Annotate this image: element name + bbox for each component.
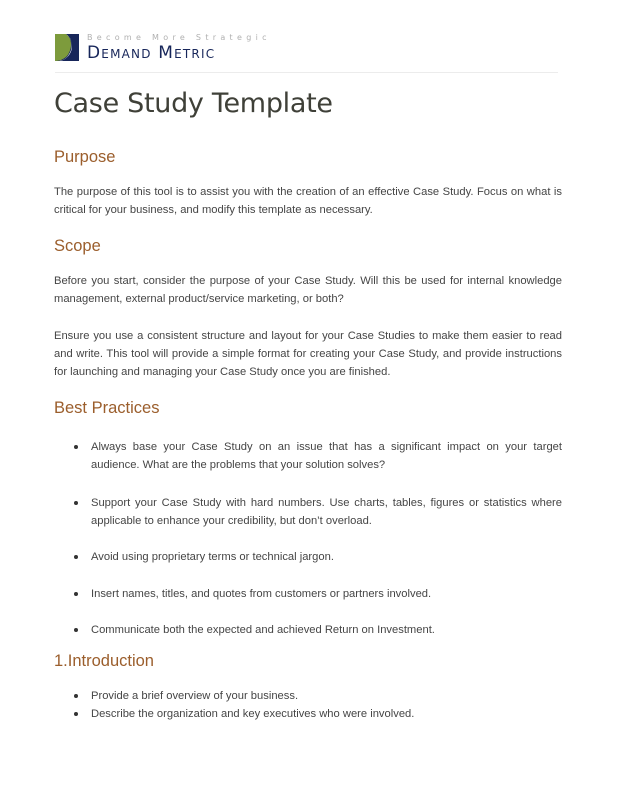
bullet-icon (74, 592, 78, 596)
logo-tagline: Become More Strategic (87, 33, 271, 42)
scope-paragraph-2: Ensure you use a consistent structure an… (54, 330, 562, 378)
section-heading-purpose: Purpose (54, 148, 116, 166)
section-heading-introduction: 1.Introduction (54, 652, 154, 670)
bullet-icon (74, 501, 78, 505)
purpose-paragraph: The purpose of this tool is to assist yo… (54, 186, 562, 216)
best-practices-list-4: Insert names, titles, and quotes from cu… (54, 585, 562, 603)
best-practices-list-2: Support your Case Study with hard number… (54, 494, 562, 530)
list-item-text: Always base your Case Study on an issue … (91, 441, 562, 471)
section-heading-scope: Scope (54, 237, 101, 255)
list-item-text: Avoid using proprietary terms or technic… (91, 551, 334, 563)
header-divider (55, 72, 558, 73)
bullet-icon (74, 628, 78, 632)
demand-metric-logo: Become More Strategic Demand Metric (55, 33, 271, 63)
logo-brand-name: Demand Metric (87, 43, 216, 63)
section-heading-best-practices: Best Practices (54, 399, 160, 417)
bullet-icon (74, 555, 78, 559)
introduction-list: Provide a brief overview of your busines… (54, 687, 562, 723)
list-item-text: Provide a brief overview of your busines… (91, 690, 299, 702)
list-item: Avoid using proprietary terms or technic… (54, 548, 562, 566)
scope-paragraph-1: Before you start, consider the purpose o… (54, 275, 562, 305)
list-item-text: Insert names, titles, and quotes from cu… (91, 588, 432, 600)
list-item-text: Communicate both the expected and achiev… (91, 624, 435, 636)
demand-metric-logo-icon (55, 34, 79, 61)
list-item: Insert names, titles, and quotes from cu… (54, 585, 562, 603)
list-item: Support your Case Study with hard number… (54, 494, 562, 530)
bullet-icon (74, 694, 78, 698)
best-practices-list-3: Avoid using proprietary terms or technic… (54, 548, 562, 566)
list-item: Describe the organization and key execut… (54, 705, 562, 723)
best-practices-list: Always base your Case Study on an issue … (54, 438, 562, 474)
list-item: Always base your Case Study on an issue … (54, 438, 562, 474)
document-title: Case Study Template (54, 88, 333, 119)
list-item-text: Support your Case Study with hard number… (91, 497, 562, 527)
bullet-icon (74, 712, 78, 716)
document-page: Become More Strategic Demand Metric Case… (0, 0, 617, 800)
logo-text: Become More Strategic Demand Metric (87, 33, 271, 62)
best-practices-list-5: Communicate both the expected and achiev… (54, 621, 562, 639)
list-item-text: Describe the organization and key execut… (91, 708, 415, 720)
list-item: Communicate both the expected and achiev… (54, 621, 562, 639)
bullet-icon (74, 445, 78, 449)
list-item: Provide a brief overview of your busines… (54, 687, 562, 705)
